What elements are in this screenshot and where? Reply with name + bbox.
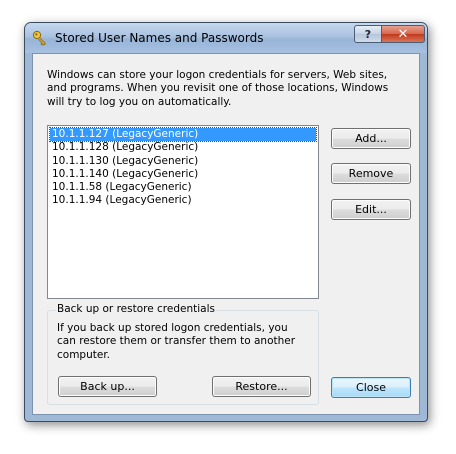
credentials-list[interactable]: 10.1.1.127 (LegacyGeneric) 10.1.1.128 (L…: [47, 125, 319, 299]
intro-text: Windows can store your logon credentials…: [47, 69, 389, 108]
list-item-credential[interactable]: 10.1.1.128 (LegacyGeneric): [50, 141, 316, 154]
group-title: Back up or restore credentials: [56, 303, 216, 315]
list-item-credential[interactable]: 10.1.1.127 (LegacyGeneric): [49, 126, 317, 143]
remove-button[interactable]: Remove: [331, 163, 411, 184]
help-button[interactable]: ?: [354, 25, 382, 43]
restore-button[interactable]: Restore...: [212, 376, 311, 397]
close-button[interactable]: Close: [331, 377, 411, 398]
backup-button[interactable]: Back up...: [58, 376, 157, 397]
group-description: If you back up stored logon credentials,…: [57, 322, 296, 361]
dialog-client-area: Windows can store your logon credentials…: [32, 53, 420, 415]
window-title: Stored User Names and Passwords: [55, 31, 264, 45]
list-item-credential[interactable]: 10.1.1.94 (LegacyGeneric): [50, 194, 316, 207]
list-item-credential[interactable]: 10.1.1.140 (LegacyGeneric): [50, 168, 316, 181]
add-button[interactable]: Add...: [331, 128, 411, 149]
close-window-button[interactable]: ✕: [381, 25, 425, 43]
title-bar[interactable]: Stored User Names and Passwords ? ✕: [25, 23, 427, 53]
list-item-credential[interactable]: 10.1.1.58 (LegacyGeneric): [50, 181, 316, 194]
edit-button[interactable]: Edit...: [331, 199, 411, 220]
list-item-credential[interactable]: 10.1.1.130 (LegacyGeneric): [50, 155, 316, 168]
key-icon: [32, 30, 48, 46]
dialog-window: Stored User Names and Passwords ? ✕ Wind…: [24, 22, 428, 422]
